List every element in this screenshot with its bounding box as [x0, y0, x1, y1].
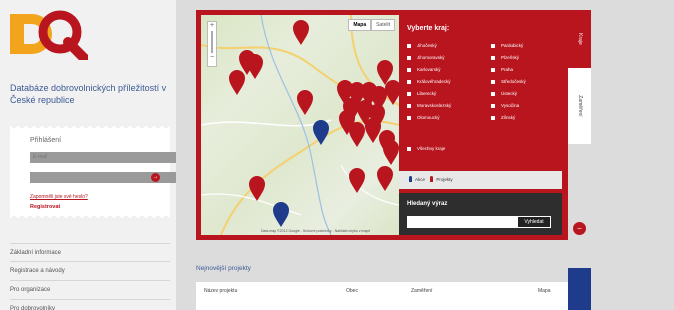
tab-spacer [568, 144, 591, 214]
projects-title: Nejnovější projekty [196, 265, 251, 272]
map-panel: + − Mapa Satelit Data map ©2012 Google -… [196, 10, 568, 240]
map-legend: Akce Projekty [399, 171, 562, 189]
project-pin-icon[interactable] [249, 176, 265, 201]
site-logo[interactable] [10, 8, 88, 60]
nav-item-volunteers[interactable]: Pro dobrovolníky [10, 300, 170, 310]
nav-item-registration[interactable]: Registrace a návody [10, 262, 170, 281]
side-tab-blue[interactable] [568, 268, 591, 310]
project-pin-icon[interactable] [385, 80, 399, 105]
tab-regions[interactable]: Kraje [568, 10, 591, 68]
column-header-focus[interactable]: Zaměření [411, 288, 432, 294]
project-pin-icon[interactable] [349, 168, 365, 193]
region-checkbox-praha[interactable]: Praha [491, 67, 513, 73]
project-pin-icon[interactable] [297, 90, 313, 115]
map-pins-layer [229, 20, 399, 227]
project-pin-icon[interactable] [383, 140, 399, 165]
map-view[interactable]: + − Mapa Satelit Data map ©2012 Google -… [201, 15, 399, 235]
region-checkbox-pardubicky[interactable]: Pardubický [491, 43, 523, 49]
register-link[interactable]: Registrovat [30, 204, 60, 210]
site-title: Databáze dobrovolnických příležitostí v … [10, 83, 167, 105]
project-pin-icon[interactable] [229, 70, 245, 95]
column-header-map[interactable]: Mapa [538, 288, 551, 294]
search-title: Hledaný výraz [407, 201, 448, 207]
project-pin-icon[interactable] [349, 122, 365, 147]
event-pin-icon[interactable] [273, 202, 289, 227]
search-input[interactable] [407, 216, 517, 228]
region-checkbox-jihomoravsky[interactable]: Jihomoravský [407, 55, 445, 61]
tab-regions-label: Kraje [576, 33, 583, 45]
arrow-right-icon: → [152, 174, 159, 180]
login-title: Přihlášení [30, 137, 62, 144]
region-checkbox-karlovarsky[interactable]: Karlovarský [407, 67, 441, 73]
blue-pin-icon [409, 176, 412, 182]
login-box: Přihlášení → Zapomněli jste své heslo? R… [10, 125, 176, 218]
side-tabs: Kraje Zaměření − [568, 10, 591, 240]
legend-akce[interactable]: Akce [415, 177, 425, 182]
region-checkbox-zlinsky[interactable]: Zlínský [491, 115, 515, 121]
region-checkbox-jihocesky[interactable]: Jihočeský [407, 43, 437, 49]
region-checkbox-vysocina[interactable]: Vysočina [491, 103, 519, 109]
region-checkbox-stredocesky[interactable]: Středočeský [491, 79, 526, 85]
search-box: Hledaný výraz Vyhledat [399, 193, 562, 235]
close-panel-button[interactable]: − [573, 222, 586, 235]
nav-item-basic-info[interactable]: Základní informace [10, 243, 170, 262]
red-pin-icon [430, 176, 434, 182]
region-checkbox-kralovehradecky[interactable]: Královéhradecký [407, 79, 451, 85]
project-pin-icon[interactable] [293, 20, 309, 45]
left-column: Databáze dobrovolnických příležitostí v … [0, 0, 176, 310]
forgot-password-link[interactable]: Zapomněli jste své heslo? [30, 194, 88, 200]
email-input[interactable] [30, 152, 176, 163]
region-checkbox-olomoucky[interactable]: Olomoucký [407, 115, 440, 121]
project-pin-icon[interactable] [247, 54, 263, 79]
project-pin-icon[interactable] [377, 166, 393, 191]
region-checkbox-plzensky[interactable]: Plzeňský [491, 55, 519, 61]
legend-projekty[interactable]: Projekty [436, 177, 452, 182]
main-nav: Základní informace Registrace a návody P… [10, 243, 170, 310]
search-button[interactable]: Vyhledat [517, 216, 551, 228]
column-header-city[interactable]: Obec [346, 288, 358, 294]
column-header-name[interactable]: Název projektu [204, 288, 237, 294]
region-checkbox-moravskoslezsky[interactable]: Moravskoslezský [407, 103, 451, 109]
projects-table: Název projektu Obec Zaměření Mapa [196, 282, 568, 310]
tab-focus[interactable]: Zaměření [568, 68, 591, 144]
region-checkbox-all[interactable]: Všechny kraje [407, 146, 445, 151]
event-pin-icon[interactable] [313, 120, 329, 145]
regions-title: Vyberte kraj: [407, 25, 450, 32]
tab-focus-label: Zaměření [576, 95, 583, 117]
region-checkbox-ustecky[interactable]: Ústecký [491, 91, 517, 97]
project-pin-icon[interactable] [365, 118, 381, 143]
login-submit-button[interactable]: → [151, 173, 160, 182]
region-checkbox-liberecky[interactable]: Liberecký [407, 91, 436, 97]
nav-item-organizations[interactable]: Pro organizace [10, 281, 170, 300]
minus-icon: − [577, 224, 582, 233]
